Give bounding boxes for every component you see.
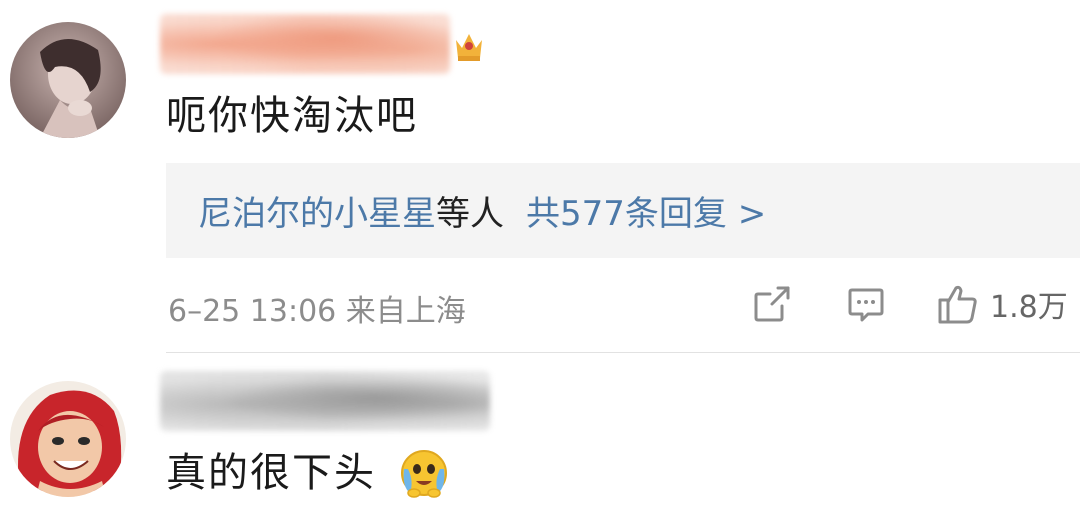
avatar[interactable] bbox=[10, 22, 126, 138]
like-icon bbox=[938, 285, 977, 324]
crying-face-emoji-icon bbox=[398, 447, 450, 499]
comment-text: 呃你快淘汰吧 bbox=[166, 93, 418, 139]
reply-preview-text: 尼泊尔的小星星等人 共577条回复 > bbox=[198, 186, 766, 235]
comment-text: 真的很下头 bbox=[166, 450, 376, 496]
comment-2: 真的很下头 bbox=[0, 353, 1080, 510]
avatar[interactable] bbox=[10, 381, 126, 497]
share-icon bbox=[754, 286, 790, 322]
reply-preview[interactable]: 尼泊尔的小星星等人 共577条回复 > bbox=[166, 163, 1080, 258]
username-redacted bbox=[160, 14, 450, 74]
username-redacted bbox=[160, 371, 490, 431]
like-button[interactable]: 1.8万 bbox=[936, 282, 1068, 326]
comment-button[interactable] bbox=[846, 282, 886, 326]
comment-1: 呃你快淘汰吧 尼泊尔的小星星等人 共577条回复 > 6–25 13:06 来自上… bbox=[0, 0, 1080, 352]
reply-suffix: 等人 bbox=[436, 194, 504, 234]
comment-icon bbox=[848, 288, 884, 322]
reply-user-link[interactable]: 尼泊尔的小星星 bbox=[198, 194, 436, 234]
comment-timestamp: 6–25 13:06 来自上海 bbox=[168, 294, 466, 329]
vip-badge-icon bbox=[452, 28, 486, 64]
like-count: 1.8万 bbox=[990, 290, 1068, 325]
reply-count-link[interactable]: 共577条回复 > bbox=[526, 194, 766, 234]
share-button[interactable] bbox=[752, 282, 792, 326]
